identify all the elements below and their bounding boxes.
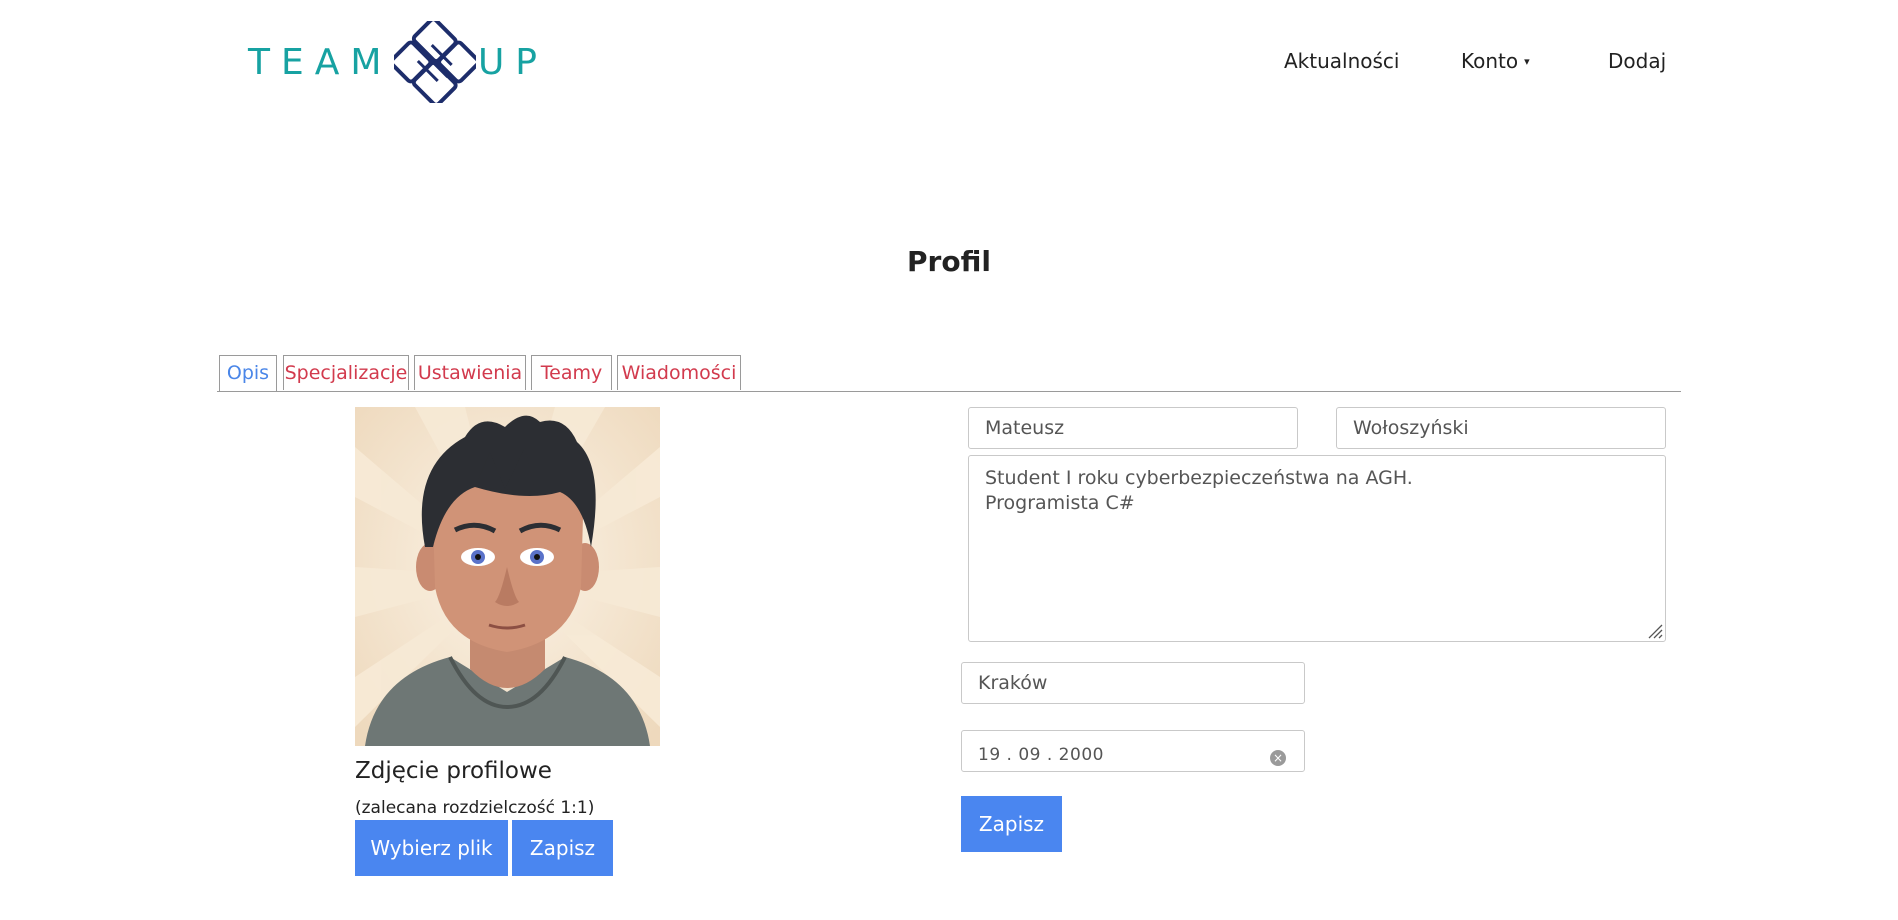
handshake-logo-icon [394, 21, 476, 103]
birth-date-field[interactable]: 19 . 09 . 2000 × [961, 730, 1305, 772]
resize-handle-icon[interactable] [1647, 623, 1663, 639]
tab-teamy[interactable]: Teamy [531, 355, 612, 390]
tab-wiadomosci[interactable]: Wiadomości [617, 355, 741, 390]
nav-label: Aktualności [1284, 49, 1400, 73]
city-field[interactable]: Kraków [961, 662, 1305, 704]
tab-ustawienia[interactable]: Ustawienia [414, 355, 526, 390]
profile-tabs: Opis Specjalizacje Ustawienia Teamy Wiad… [217, 355, 1681, 392]
caret-down-icon: ▾ [1524, 54, 1530, 68]
logo[interactable]: TEAM UP [248, 18, 548, 106]
tab-opis[interactable]: Opis [219, 355, 277, 391]
nav-label: Konto [1461, 49, 1519, 73]
birth-date-value: 19 . 09 . 2000 [978, 745, 1104, 765]
description-textarea[interactable]: Student I roku cyberbezpieczeństwa na AG… [968, 455, 1666, 642]
save-profile-button[interactable]: Zapisz [961, 796, 1062, 852]
nav-aktualnosci[interactable]: Aktualności [1284, 44, 1399, 78]
last-name-field[interactable]: Wołoszyński [1336, 407, 1666, 449]
first-name-field[interactable]: Mateusz [968, 407, 1298, 449]
clear-date-icon[interactable]: × [1270, 750, 1286, 766]
description-value: Student I roku cyberbezpieczeństwa na AG… [985, 467, 1413, 514]
logo-text-team: TEAM [248, 41, 393, 83]
profile-photo [355, 407, 660, 746]
save-photo-button[interactable]: Zapisz [512, 820, 613, 876]
nav-dodaj[interactable]: Dodaj [1608, 44, 1666, 78]
page-title: Profil [907, 245, 991, 278]
nav-konto[interactable]: Konto ▾ [1461, 44, 1530, 78]
logo-text-up: UP [477, 41, 548, 83]
last-name-value: Wołoszyński [1353, 417, 1469, 439]
choose-file-button[interactable]: Wybierz plik [355, 820, 508, 876]
photo-resolution-note: (zalecana rozdzielczość 1:1) [355, 798, 595, 818]
nav-label: Dodaj [1608, 49, 1667, 73]
tab-specjalizacje[interactable]: Specjalizacje [283, 355, 409, 390]
first-name-value: Mateusz [985, 417, 1065, 439]
photo-title: Zdjęcie profilowe [355, 758, 552, 784]
avatar-illustration [355, 407, 660, 746]
city-value: Kraków [978, 672, 1048, 694]
